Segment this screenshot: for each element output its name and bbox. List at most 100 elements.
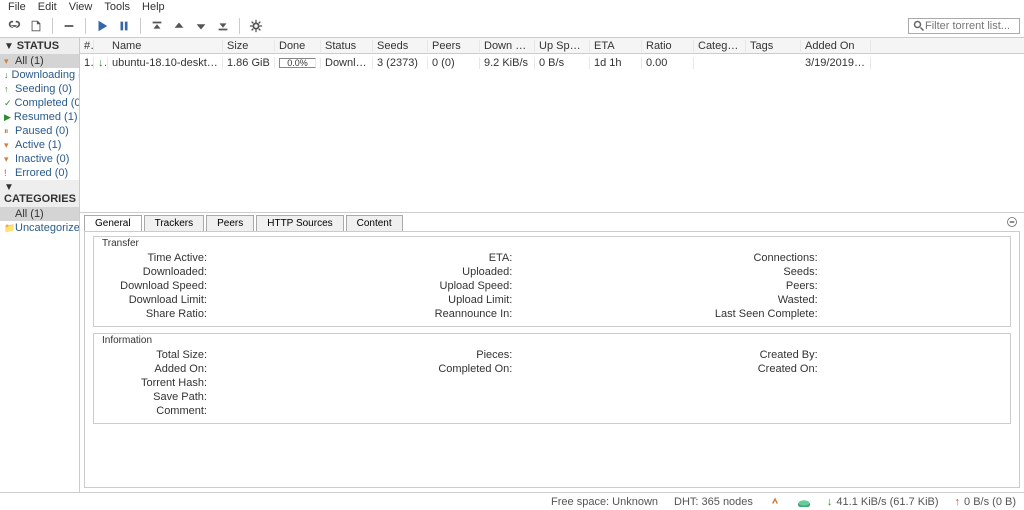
menu-edit[interactable]: Edit bbox=[38, 1, 57, 13]
col-ratio[interactable]: Ratio bbox=[642, 40, 694, 52]
col-down[interactable]: Down Speed bbox=[480, 40, 535, 52]
torrents-list[interactable]: 1↓ubuntu-18.10-desktop-amd64.iso1.86 GiB… bbox=[80, 54, 1024, 212]
sidebar-status-item[interactable]: ▾Active (1) bbox=[0, 138, 79, 152]
detail-field bbox=[713, 405, 1002, 417]
col-seeds[interactable]: Seeds bbox=[373, 40, 428, 52]
detail-field: Reannounce In: bbox=[407, 308, 696, 320]
separator bbox=[140, 18, 141, 34]
menu-file[interactable]: File bbox=[8, 1, 26, 13]
move-up-button[interactable] bbox=[169, 16, 189, 36]
tab-peers[interactable]: Peers bbox=[206, 215, 254, 231]
detail-field: Connections: bbox=[713, 252, 1002, 264]
status-alt-speed-icon[interactable] bbox=[797, 497, 811, 507]
detail-field: Uploaded: bbox=[407, 266, 696, 278]
detail-field: Pieces: bbox=[407, 349, 696, 361]
col-peers[interactable]: Peers bbox=[428, 40, 480, 52]
separator bbox=[52, 18, 53, 34]
status-connection-icon[interactable] bbox=[769, 496, 781, 508]
pause-button[interactable] bbox=[114, 16, 134, 36]
collapse-details-icon[interactable] bbox=[1006, 216, 1020, 230]
status-upload-speed[interactable]: ↑ 0 B/s (0 B) bbox=[955, 496, 1016, 508]
detail-field bbox=[407, 405, 696, 417]
settings-button[interactable] bbox=[246, 16, 266, 36]
sidebar-category-item[interactable]: All (1) bbox=[0, 207, 79, 221]
col-name[interactable]: Name bbox=[108, 40, 223, 52]
detail-field: Downloaded: bbox=[102, 266, 391, 278]
tab-http-sources[interactable]: HTTP Sources bbox=[256, 215, 343, 231]
details-tabs: GeneralTrackersPeersHTTP SourcesContent bbox=[80, 213, 1024, 231]
col-done[interactable]: Done bbox=[275, 40, 321, 52]
col-added[interactable]: Added On bbox=[801, 40, 871, 52]
information-section-label: Information bbox=[98, 334, 156, 347]
detail-field: Download Speed: bbox=[102, 280, 391, 292]
torrent-row[interactable]: 1↓ubuntu-18.10-desktop-amd64.iso1.86 GiB… bbox=[80, 54, 1024, 72]
detail-field: Comment: bbox=[102, 405, 391, 417]
col-tags[interactable]: Tags bbox=[746, 40, 801, 52]
detail-field: Download Limit: bbox=[102, 294, 391, 306]
detail-field: Total Size: bbox=[102, 349, 391, 361]
move-down-button[interactable] bbox=[191, 16, 211, 36]
sidebar-category-item[interactable]: 📁Uncategorized (1) bbox=[0, 221, 79, 235]
detail-field bbox=[407, 391, 696, 403]
resume-button[interactable] bbox=[92, 16, 112, 36]
detail-field: Upload Limit: bbox=[407, 294, 696, 306]
detail-field: Share Ratio: bbox=[102, 308, 391, 320]
detail-field: Created On: bbox=[713, 363, 1002, 375]
status-freespace: Free space: Unknown bbox=[551, 496, 658, 508]
detail-field: Save Path: bbox=[102, 391, 391, 403]
sidebar-status-header: ▼ STATUS bbox=[0, 38, 79, 54]
sidebar-status-item[interactable]: ↓Downloading (1) bbox=[0, 68, 79, 82]
move-top-button[interactable] bbox=[147, 16, 167, 36]
sidebar-status-item[interactable]: ✓Completed (0) bbox=[0, 96, 79, 110]
sidebar-categories-header: ▼ CATEGORIES bbox=[0, 180, 79, 207]
separator bbox=[239, 18, 240, 34]
detail-field: Upload Speed: bbox=[407, 280, 696, 292]
detail-field: Completed On: bbox=[407, 363, 696, 375]
menu-help[interactable]: Help bbox=[142, 1, 165, 13]
detail-field bbox=[713, 391, 1002, 403]
col-eta[interactable]: ETA bbox=[590, 40, 642, 52]
delete-button[interactable] bbox=[59, 16, 79, 36]
menubar: File Edit View Tools Help bbox=[0, 0, 1024, 14]
detail-field: Wasted: bbox=[713, 294, 1002, 306]
detail-field: Torrent Hash: bbox=[102, 377, 391, 389]
tab-content[interactable]: Content bbox=[346, 215, 403, 231]
torrents-table-header: # Name Size Done Status Seeds Peers Down… bbox=[80, 38, 1024, 54]
col-category[interactable]: Category bbox=[694, 40, 746, 52]
col-status[interactable]: Status bbox=[321, 40, 373, 52]
sidebar-status-item[interactable]: ▾Inactive (0) bbox=[0, 152, 79, 166]
detail-field: Created By: bbox=[713, 349, 1002, 361]
detail-field: Last Seen Complete: bbox=[713, 308, 1002, 320]
details-panel: Transfer Time Active: ETA: Connections: Dow… bbox=[84, 231, 1020, 488]
status-dht[interactable]: DHT: 365 nodes bbox=[674, 496, 753, 508]
transfer-section-label: Transfer bbox=[98, 237, 143, 250]
sidebar-status-item[interactable]: ▶Resumed (1) bbox=[0, 110, 79, 124]
toolbar bbox=[0, 14, 1024, 38]
sidebar: ▼ STATUS ▾All (1)↓Downloading (1)↑Seedin… bbox=[0, 38, 80, 492]
menu-view[interactable]: View bbox=[69, 1, 93, 13]
menu-tools[interactable]: Tools bbox=[104, 1, 130, 13]
detail-field bbox=[407, 377, 696, 389]
tab-trackers[interactable]: Trackers bbox=[144, 215, 205, 231]
col-size[interactable]: Size bbox=[223, 40, 275, 52]
add-torrent-file-button[interactable] bbox=[26, 16, 46, 36]
status-download-speed[interactable]: ↓ 41.1 KiB/s (61.7 KiB) bbox=[827, 496, 939, 508]
downloading-icon: ↓ bbox=[94, 57, 108, 69]
detail-field: Peers: bbox=[713, 280, 1002, 292]
col-index[interactable]: # bbox=[80, 40, 94, 52]
sidebar-status-item[interactable]: !Errored (0) bbox=[0, 166, 79, 180]
move-bottom-button[interactable] bbox=[213, 16, 233, 36]
sidebar-status-item[interactable]: ⏸Paused (0) bbox=[0, 124, 79, 138]
detail-field: Time Active: bbox=[102, 252, 391, 264]
detail-field: ETA: bbox=[407, 252, 696, 264]
separator bbox=[85, 18, 86, 34]
add-torrent-link-button[interactable] bbox=[4, 16, 24, 36]
filter-searchbox[interactable] bbox=[908, 18, 1020, 34]
filter-input[interactable] bbox=[925, 20, 1015, 32]
sidebar-status-item[interactable]: ↑Seeding (0) bbox=[0, 82, 79, 96]
detail-field bbox=[713, 377, 1002, 389]
detail-field: Seeds: bbox=[713, 266, 1002, 278]
col-up[interactable]: Up Speed bbox=[535, 40, 590, 52]
tab-general[interactable]: General bbox=[84, 215, 142, 232]
sidebar-status-item[interactable]: ▾All (1) bbox=[0, 54, 79, 68]
